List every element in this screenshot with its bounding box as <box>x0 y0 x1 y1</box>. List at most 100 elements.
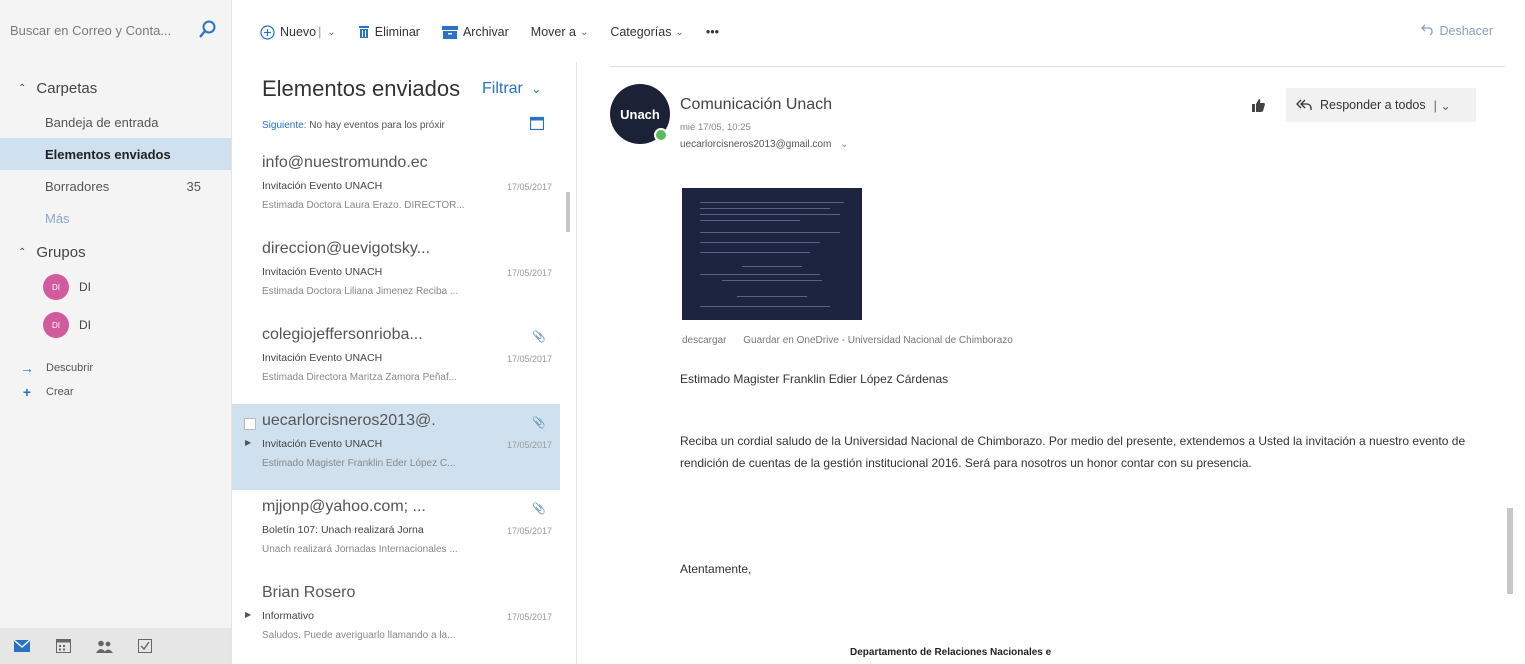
thumbnail-line <box>700 214 840 215</box>
message-date: 17/05/2017 <box>506 354 552 364</box>
plus-circle-icon <box>260 24 275 40</box>
drafts-count: 35 <box>186 179 201 194</box>
thumbnail-line <box>722 280 822 281</box>
search-box[interactable]: Buscar en Correo y Conta... <box>0 0 232 62</box>
trash-icon <box>358 25 370 39</box>
folders-header[interactable]: ⌃ Carpetas <box>18 80 97 97</box>
chevron-down-icon[interactable]: | ⌄ <box>1434 98 1451 113</box>
new-button[interactable]: Nuevo | ⌄ <box>260 24 336 40</box>
separator: | <box>318 25 322 39</box>
list-scrollbar[interactable] <box>566 192 570 232</box>
discover-link[interactable]: → Descubrir <box>18 360 93 376</box>
filter-button[interactable]: Filtrar ⌄ <box>482 80 541 98</box>
message-date: 17/05/2017 <box>506 182 552 192</box>
paperclip-icon: 📎 <box>532 417 546 429</box>
calendar-icon[interactable] <box>53 637 73 655</box>
thumbnail-line <box>700 232 840 233</box>
list-item[interactable]: info@nuestromundo.ec Invitación Evento U… <box>232 146 560 232</box>
delete-label: Eliminar <box>374 25 420 39</box>
folder-label: Borradores <box>45 178 110 194</box>
message-sender: uecarlorcisneros2013@. <box>262 412 436 429</box>
next-event-banner: Siguiente: No hay eventos para los próxi… <box>262 120 445 131</box>
caret-right-icon[interactable]: ▶ <box>245 438 251 447</box>
chevron-down-icon[interactable]: ⌄ <box>327 27 335 38</box>
folder-inbox[interactable]: Bandeja de entrada <box>0 106 231 138</box>
group-name: DI <box>79 280 91 294</box>
folder-pane: ⌃ Carpetas Bandeja de entrada Elementos … <box>0 62 232 664</box>
more-actions-button[interactable]: ••• <box>706 25 719 39</box>
delete-button[interactable]: Eliminar <box>358 25 420 39</box>
list-item[interactable]: Brian Rosero ▶ Informativo 17/05/2017 Sa… <box>232 576 560 662</box>
move-to-button[interactable]: Mover a ⌄ <box>531 25 589 39</box>
tasks-icon[interactable] <box>135 637 155 655</box>
thumbnail-line <box>700 202 844 203</box>
select-checkbox[interactable] <box>244 418 256 430</box>
message-preview: Saludos. Puede averiguarlo llamando a la… <box>262 630 456 641</box>
undo-icon <box>1420 23 1435 38</box>
message-date: 17/05/2017 <box>506 268 552 278</box>
message-sender: Brian Rosero <box>262 584 356 601</box>
group-avatar: DI <box>43 312 69 338</box>
search-icon[interactable] <box>198 20 216 40</box>
thumbnail-line <box>700 242 820 243</box>
chevron-down-icon[interactable]: ⌄ <box>840 139 848 150</box>
message-list: Elementos enviados Filtrar ⌄ Siguiente: … <box>232 62 577 664</box>
command-toolbar: Nuevo | ⌄ Eliminar Archivar Mover a ⌄ Ca… <box>260 22 741 42</box>
group-item[interactable]: DI DI <box>43 312 91 338</box>
message-subject: Informativo <box>262 610 314 622</box>
calendar-icon[interactable] <box>530 116 544 130</box>
thumbnail-line <box>742 266 802 267</box>
thumbnail-line <box>700 252 810 253</box>
reply-all-label: Responder a todos <box>1320 98 1426 112</box>
chevron-up-icon: ⌃ <box>18 247 27 258</box>
more-dots-icon: ••• <box>705 25 720 39</box>
categories-button[interactable]: Categorías ⌄ <box>610 25 684 39</box>
new-label: Nuevo <box>280 25 317 39</box>
recipient[interactable]: uecarlorcisneros2013@gmail.com ⌄ <box>680 139 849 150</box>
list-item[interactable]: mjjonp@yahoo.com; ... 📎 Boletín 107: Una… <box>232 490 560 576</box>
list-item[interactable]: direccion@uevigotsky... Invitación Event… <box>232 232 560 318</box>
folder-drafts[interactable]: Borradores 35 <box>0 170 231 202</box>
more-label: Más <box>45 210 70 226</box>
message-subject: Invitación Evento UNACH <box>262 352 383 364</box>
more-folders-link[interactable]: Más <box>0 202 231 234</box>
sender-name[interactable]: Comunicación Unach <box>680 96 832 114</box>
message-subject: Invitación Evento UNACH <box>262 180 383 192</box>
group-item[interactable]: DI DI <box>43 274 91 300</box>
caret-right-icon[interactable]: ▶ <box>245 610 251 619</box>
list-item[interactable]: uecarlorcisneros2013@. 📎 ▶ Invitación Ev… <box>232 404 560 490</box>
message-preview: Unach realizará Jornadas Internacionales… <box>262 544 458 555</box>
undo-button[interactable]: Deshacer <box>1420 23 1493 38</box>
list-title: Elementos enviados <box>262 76 461 101</box>
message-preview: Estimada Directora Maritza Zamora Peñaf.… <box>262 372 458 383</box>
mail-icon[interactable] <box>12 637 32 655</box>
search-input[interactable]: Buscar en Correo y Conta... <box>10 23 171 38</box>
save-onedrive-link[interactable]: Guardar en OneDrive - Universidad Nacion… <box>743 335 1013 346</box>
archive-icon <box>441 25 458 39</box>
folder-label: Elementos enviados <box>45 146 171 162</box>
create-link[interactable]: + Crear <box>18 384 74 400</box>
message-preview: Estimada Doctora Liliana Jimenez Reciba … <box>262 286 459 297</box>
reply-all-button[interactable]: Responder a todos | ⌄ <box>1286 88 1476 122</box>
people-icon[interactable] <box>94 637 114 655</box>
archive-label: Archivar <box>462 25 509 39</box>
email-footer: Departamento de Relaciones Nacionales e <box>850 647 1052 658</box>
chevron-down-icon: ⌄ <box>579 26 589 38</box>
thumbnail-line <box>700 274 820 275</box>
like-icon[interactable] <box>1250 97 1266 113</box>
download-link[interactable]: descargar <box>682 335 726 346</box>
email-greeting: Estimado Magister Franklin Edier López C… <box>680 372 949 386</box>
attachment-thumbnail[interactable] <box>682 188 862 320</box>
groups-header[interactable]: ⌃ Grupos <box>18 244 86 261</box>
reading-scrollbar[interactable] <box>1507 508 1513 594</box>
thumbnail-line <box>700 306 830 307</box>
paperclip-icon: 📎 <box>532 503 546 515</box>
thumbnail-line <box>700 220 800 221</box>
list-item[interactable]: colegiojeffersonrioba... 📎 Invitación Ev… <box>232 318 560 404</box>
filter-label: Filtrar <box>482 80 523 97</box>
message-sender: mjjonp@yahoo.com; ... <box>262 498 426 515</box>
folder-sent-items[interactable]: Elementos enviados <box>0 138 231 170</box>
archive-button[interactable]: Archivar <box>441 25 509 39</box>
message-date: 17/05/2017 <box>506 440 552 450</box>
chevron-down-icon: ⌄ <box>675 26 684 38</box>
